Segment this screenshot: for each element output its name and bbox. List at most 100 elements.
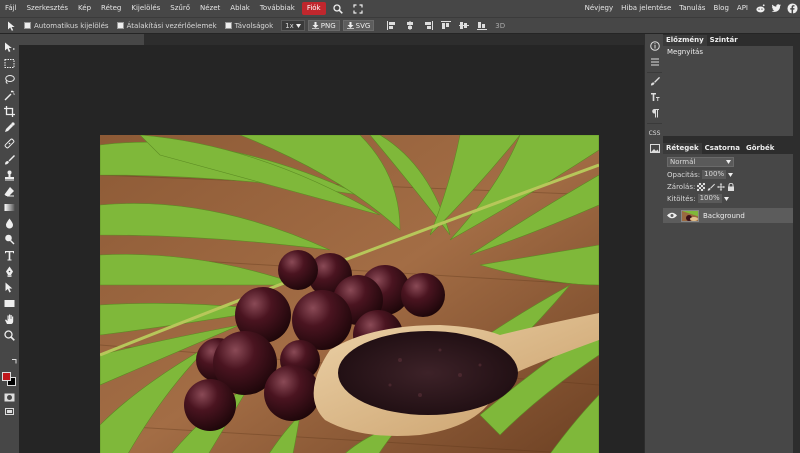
transform-controls-label: Átalakítási vezérlőelemek <box>126 21 217 30</box>
brush-tool-icon[interactable] <box>2 152 17 166</box>
paragraph-icon[interactable] <box>647 106 662 120</box>
brush-panel-icon[interactable] <box>647 74 662 88</box>
link-api[interactable]: API <box>733 2 752 15</box>
move-tool-icon[interactable] <box>2 40 17 54</box>
tab-history[interactable]: Előzmény <box>663 35 707 46</box>
swap-colors-icon[interactable] <box>12 358 18 364</box>
history-item-open[interactable]: Megnyitás <box>667 48 796 56</box>
link-blog[interactable]: Blog <box>709 2 732 15</box>
menu-file[interactable]: Fájl <box>0 2 22 15</box>
opacity-dropdown-icon[interactable] <box>728 172 734 177</box>
menu-right-links: Névjegy Hiba jelentése Tanulás Blog API <box>581 0 800 17</box>
layer-row[interactable]: Background <box>663 208 793 223</box>
checkbox-box[interactable] <box>224 22 232 29</box>
menu-layer[interactable]: Réteg <box>96 2 126 15</box>
blend-mode-select[interactable]: Normál <box>667 157 734 167</box>
lock-position-icon[interactable] <box>717 183 726 191</box>
checkbox-box[interactable] <box>24 22 31 29</box>
align-center-icon[interactable] <box>403 20 417 32</box>
lasso-tool-icon[interactable] <box>2 72 17 86</box>
properties-icon[interactable] <box>647 55 662 69</box>
link-report-bug[interactable]: Hiba jelentése <box>617 2 675 15</box>
menu-filter[interactable]: Szűrő <box>165 2 195 15</box>
align-bottom-icon[interactable] <box>475 20 489 32</box>
layer-name: Background <box>703 211 745 220</box>
twitter-icon[interactable] <box>769 2 783 16</box>
align-top-icon[interactable] <box>439 20 453 32</box>
opacity-row: Opacitás: 100% <box>667 170 734 179</box>
lock-transparency-icon[interactable] <box>697 183 706 191</box>
image-icon[interactable] <box>647 141 662 155</box>
canvas-area[interactable] <box>19 45 644 453</box>
magic-wand-tool-icon[interactable] <box>2 88 17 102</box>
distances-checkbox[interactable]: Távolságok <box>224 21 274 30</box>
gradient-tool-icon[interactable] <box>2 200 17 214</box>
css-button[interactable]: CSS <box>647 126 662 140</box>
healing-brush-tool-icon[interactable] <box>2 136 17 150</box>
reddit-icon[interactable] <box>753 2 767 16</box>
panel-scrollbar[interactable] <box>793 34 800 453</box>
lock-label: Zárolás: <box>667 183 696 191</box>
menu-select[interactable]: Kijelölés <box>126 2 165 15</box>
tab-layers[interactable]: Rétegek <box>663 143 702 154</box>
hand-tool-icon[interactable] <box>2 312 17 326</box>
screen-mode-icon[interactable] <box>2 404 17 418</box>
acai-berries-photo <box>100 135 599 453</box>
tab-swatches[interactable]: Szintár <box>707 35 741 46</box>
fill-input[interactable]: 100% <box>697 194 722 203</box>
fill-row: Kitöltés: 100% <box>667 194 729 203</box>
opacity-input[interactable]: 100% <box>702 170 727 179</box>
blur-tool-icon[interactable] <box>2 216 17 230</box>
export-svg-button[interactable]: SVG <box>342 20 375 31</box>
document-canvas-image[interactable] <box>100 135 599 453</box>
shape-tool-icon[interactable] <box>2 296 17 310</box>
zoom-select[interactable]: 1x <box>281 20 305 31</box>
align-left-icon[interactable] <box>385 20 399 32</box>
eraser-tool-icon[interactable] <box>2 184 17 198</box>
link-about[interactable]: Névjegy <box>581 2 618 15</box>
marquee-tool-icon[interactable] <box>2 56 17 70</box>
align-middle-icon[interactable] <box>457 20 471 32</box>
visibility-eye-icon[interactable] <box>666 211 678 221</box>
link-learn[interactable]: Tanulás <box>675 2 709 15</box>
facebook-icon[interactable] <box>785 2 799 16</box>
dodge-tool-icon[interactable] <box>2 232 17 246</box>
checkbox-box[interactable] <box>116 22 124 29</box>
lock-pixels-icon[interactable] <box>707 183 716 191</box>
tab-curves[interactable]: Görbék <box>743 143 777 154</box>
auto-select-checkbox[interactable]: Automatikus kijelölés <box>24 22 109 30</box>
opacity-label: Opacitás: <box>667 170 701 179</box>
menu-account[interactable]: Fiók <box>301 2 326 15</box>
tab-channels[interactable]: Csatorna <box>702 143 743 154</box>
foreground-color-swatch[interactable] <box>2 372 11 381</box>
info-icon[interactable] <box>647 39 662 53</box>
menu-edit[interactable]: Szerkesztés <box>22 2 73 15</box>
character-icon[interactable] <box>647 90 662 104</box>
search-icon[interactable] <box>331 2 345 16</box>
path-select-tool-icon[interactable] <box>2 280 17 294</box>
transform-controls-checkbox[interactable]: Átalakítási vezérlőelemek <box>116 21 217 30</box>
menu-more[interactable]: Továbbiak <box>255 2 300 15</box>
distances-label: Távolságok <box>234 21 274 30</box>
align-right-icon[interactable] <box>421 20 435 32</box>
quick-mask-icon[interactable] <box>2 390 17 404</box>
text-tool-icon[interactable] <box>2 248 17 262</box>
blend-mode-value: Normál <box>670 158 696 166</box>
download-icon <box>346 22 354 29</box>
zoom-tool-icon[interactable] <box>2 328 17 342</box>
zoom-value: 1x <box>285 21 294 30</box>
clone-stamp-tool-icon[interactable] <box>2 168 17 182</box>
fullscreen-icon[interactable] <box>351 2 365 16</box>
export-png-button[interactable]: PNG <box>307 20 340 31</box>
menu-view[interactable]: Nézet <box>195 2 225 15</box>
history-panel: Megnyitás <box>663 46 800 136</box>
pen-tool-icon[interactable] <box>2 264 17 278</box>
fill-dropdown-icon[interactable] <box>723 196 729 201</box>
threed-button[interactable]: 3D <box>495 22 505 30</box>
menu-window[interactable]: Ablak <box>225 2 255 15</box>
eyedropper-tool-icon[interactable] <box>2 120 17 134</box>
document-tab[interactable] <box>19 34 144 45</box>
lock-all-icon[interactable] <box>727 183 735 191</box>
crop-tool-icon[interactable] <box>2 104 17 118</box>
menu-image[interactable]: Kép <box>73 2 96 15</box>
